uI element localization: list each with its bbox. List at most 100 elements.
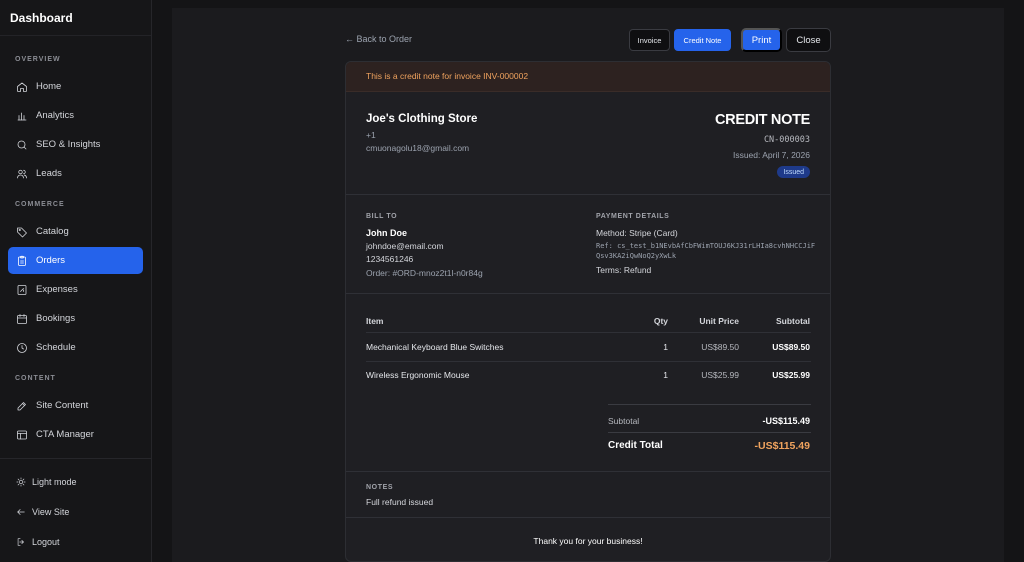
section-label-overview: OVERVIEW [15,56,61,63]
calendar-icon [16,313,28,325]
customer-name: John Doe [366,228,408,238]
customer-email: johndoe@email.com [366,241,444,251]
column-header-qty: Qty [653,316,668,326]
sidebar-item-seo[interactable]: SEO & Insights [8,131,143,158]
document-number: CN-000003 [763,135,810,145]
home-icon [16,81,28,93]
sidebar-item-label: Bookings [36,313,76,324]
section-label-content: CONTENT [15,375,56,382]
document-header: Joe's Clothing Store +1 cmuonagolu18@gma… [346,92,830,195]
sidebar-item-label: Home [36,81,62,92]
billing-payment-section: BILL TO John Doe johndoe@email.com 12345… [346,195,830,294]
nav-overview: Home Analytics SEO & Insights Leads [0,73,151,187]
sidebar-item-label: CTA Manager [36,429,94,440]
nav-content: Site Content CTA Manager [0,392,151,448]
notes-section: NOTES Full refund issued [346,472,830,518]
clipboard-icon [16,255,28,267]
search-icon [16,139,28,151]
subtotal-label: Subtotal [608,416,640,426]
row-subtotal: US$25.99 [772,370,810,380]
row-qty: 1 [663,342,668,352]
column-header-item: Item [366,316,384,326]
column-header-unit-price: Unit Price [699,316,739,326]
table-divider [366,361,811,362]
sidebar-footer: Light mode View Site Logout [0,458,151,557]
users-icon [16,168,28,180]
sidebar-item-label: Analytics [36,110,75,121]
column-header-subtotal: Subtotal [776,316,810,326]
sidebar-item-home[interactable]: Home [8,73,143,100]
table-divider [366,332,811,333]
row-item-name: Wireless Ergonomic Mouse [366,370,470,380]
clock-icon [16,342,28,354]
document-title: CREDIT NOTE [715,112,810,128]
sidebar-item-label: Leads [36,168,62,179]
bill-to-label: BILL TO [366,213,398,220]
payment-details-label: PAYMENT DETAILS [596,213,670,220]
light-mode-label: Light mode [32,477,77,487]
row-qty: 1 [663,370,668,380]
logout-icon [16,537,26,547]
credit-note-document: This is a credit note for invoice INV-00… [345,61,831,562]
layout-icon [16,429,28,441]
sidebar-item-label: Orders [36,255,66,266]
edit-icon [16,400,28,412]
sidebar-item-leads[interactable]: Leads [8,160,143,187]
sidebar-title: Dashboard [0,0,151,36]
bar-chart-icon [16,110,28,122]
customer-phone: 1234561246 [366,254,414,264]
receipt-icon [16,284,28,296]
row-subtotal: US$89.50 [772,342,810,352]
order-reference: Order: #ORD-mnoz2t1l-n0r84g [366,268,483,278]
light-mode-toggle[interactable]: Light mode [0,467,151,497]
sidebar-item-site-content[interactable]: Site Content [8,392,143,419]
back-to-order-link[interactable]: ← Back to Order [345,34,412,44]
payment-reference: Ref: cs_test_b1NEvbAfCbFWimTOUJ6KJ31rLHI… [596,242,816,260]
sidebar-item-label: Schedule [36,342,76,353]
sidebar-item-label: Catalog [36,226,69,237]
store-name: Joe's Clothing Store [366,113,478,125]
credit-note-banner: This is a credit note for invoice INV-00… [346,62,830,92]
print-button[interactable]: Print [741,28,782,52]
logout-button[interactable]: Logout [0,527,151,557]
sidebar-item-catalog[interactable]: Catalog [8,218,143,245]
sidebar-item-label: Expenses [36,284,78,295]
status-badge: Issued [777,166,810,178]
line-items-section: Item Qty Unit Price Subtotal Mechanical … [346,294,830,472]
section-label-commerce: COMMERCE [15,201,65,208]
arrow-left-icon [16,507,26,517]
credit-note-tab-button[interactable]: Credit Note [674,29,731,51]
row-unit-price: US$25.99 [701,370,739,380]
nav-commerce: Catalog Orders Expenses Bookings Schedul… [0,218,151,361]
sidebar-item-label: Site Content [36,400,89,411]
close-button[interactable]: Close [786,28,831,52]
sidebar: Dashboard OVERVIEW Home Analytics SEO & … [0,0,152,562]
issued-date: Issued: April 7, 2026 [732,150,810,160]
credit-total-label: Credit Total [608,440,663,451]
view-site-label: View Site [32,507,70,517]
subtotal-value: -US$115.49 [762,416,810,426]
row-unit-price: US$89.50 [701,342,739,352]
sidebar-item-expenses[interactable]: Expenses [8,276,143,303]
notes-label: NOTES [366,484,394,491]
notes-text: Full refund issued [366,497,434,507]
sidebar-item-label: SEO & Insights [36,139,101,150]
sidebar-item-analytics[interactable]: Analytics [8,102,143,129]
store-email: cmuonagolu18@gmail.com [366,143,470,153]
footer-message: Thank you for your business! [533,536,643,546]
view-site-link[interactable]: View Site [0,497,151,527]
credit-total-value: -US$115.49 [754,440,810,452]
invoice-tab-button[interactable]: Invoice [629,29,670,51]
row-item-name: Mechanical Keyboard Blue Switches [366,342,504,352]
sidebar-item-cta-manager[interactable]: CTA Manager [8,421,143,448]
logout-label: Logout [32,537,60,547]
sidebar-item-bookings[interactable]: Bookings [8,305,143,332]
totals-divider [608,432,811,433]
totals-divider [608,404,811,405]
payment-method: Method: Stripe (Card) [596,228,678,238]
sun-icon [16,477,26,487]
sidebar-item-schedule[interactable]: Schedule [8,334,143,361]
tag-icon [16,226,28,238]
sidebar-item-orders[interactable]: Orders [8,247,143,274]
document-toolbar: ← Back to Order Invoice Credit Note Prin… [345,28,831,52]
